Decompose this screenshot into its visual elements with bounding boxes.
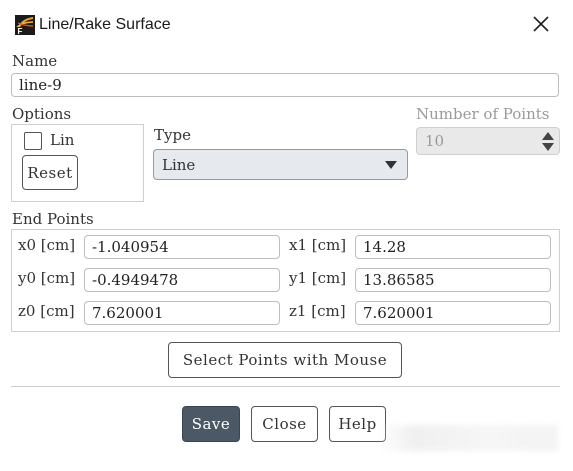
- z1-input[interactable]: 7.620001: [355, 301, 551, 325]
- close-icon[interactable]: [530, 13, 552, 35]
- name-input[interactable]: line-9: [11, 73, 559, 97]
- close-button[interactable]: Close: [251, 406, 318, 442]
- x0-input[interactable]: -1.040954: [84, 235, 280, 259]
- spin-down-icon: [542, 143, 554, 151]
- line-rake-surface-dialog: F Line/Rake Surface Name line-9 Options …: [0, 0, 573, 471]
- y1-input[interactable]: 13.86585: [355, 268, 551, 292]
- footer-divider: [11, 386, 560, 387]
- z0-input[interactable]: 7.620001: [84, 301, 280, 325]
- select-points-with-mouse-button[interactable]: Select Points with Mouse: [168, 342, 402, 378]
- type-select-value: Line: [162, 156, 196, 174]
- end-points-label: End Points: [12, 210, 94, 228]
- chevron-down-icon: [385, 161, 397, 169]
- x1-label: x1 [cm]: [289, 236, 347, 254]
- type-select[interactable]: Line: [153, 149, 408, 180]
- x0-label: x0 [cm]: [18, 236, 76, 254]
- number-of-points-label: Number of Points: [416, 105, 550, 123]
- svg-text:F: F: [18, 27, 23, 35]
- x1-input[interactable]: 14.28: [355, 235, 551, 259]
- lin-checkbox-label: Lin: [50, 131, 75, 149]
- fluent-app-icon: F: [15, 15, 35, 35]
- number-of-points-spinner: 10: [416, 127, 560, 155]
- spin-up-icon: [542, 132, 554, 140]
- y0-input[interactable]: -0.4949478: [84, 268, 280, 292]
- z0-label: z0 [cm]: [18, 302, 75, 320]
- name-label: Name: [12, 52, 58, 70]
- y1-label: y1 [cm]: [289, 269, 347, 287]
- type-label: Type: [154, 126, 191, 144]
- reset-button[interactable]: Reset: [22, 155, 78, 190]
- lin-checkbox[interactable]: [24, 132, 42, 150]
- watermark-blur: [378, 425, 558, 451]
- y0-label: y0 [cm]: [18, 269, 76, 287]
- options-label: Options: [12, 105, 72, 123]
- number-of-points-value: 10: [425, 132, 445, 150]
- window-title: Line/Rake Surface: [39, 16, 171, 33]
- title-bar: F Line/Rake Surface: [0, 0, 573, 46]
- z1-label: z1 [cm]: [289, 302, 346, 320]
- save-button[interactable]: Save: [182, 406, 240, 442]
